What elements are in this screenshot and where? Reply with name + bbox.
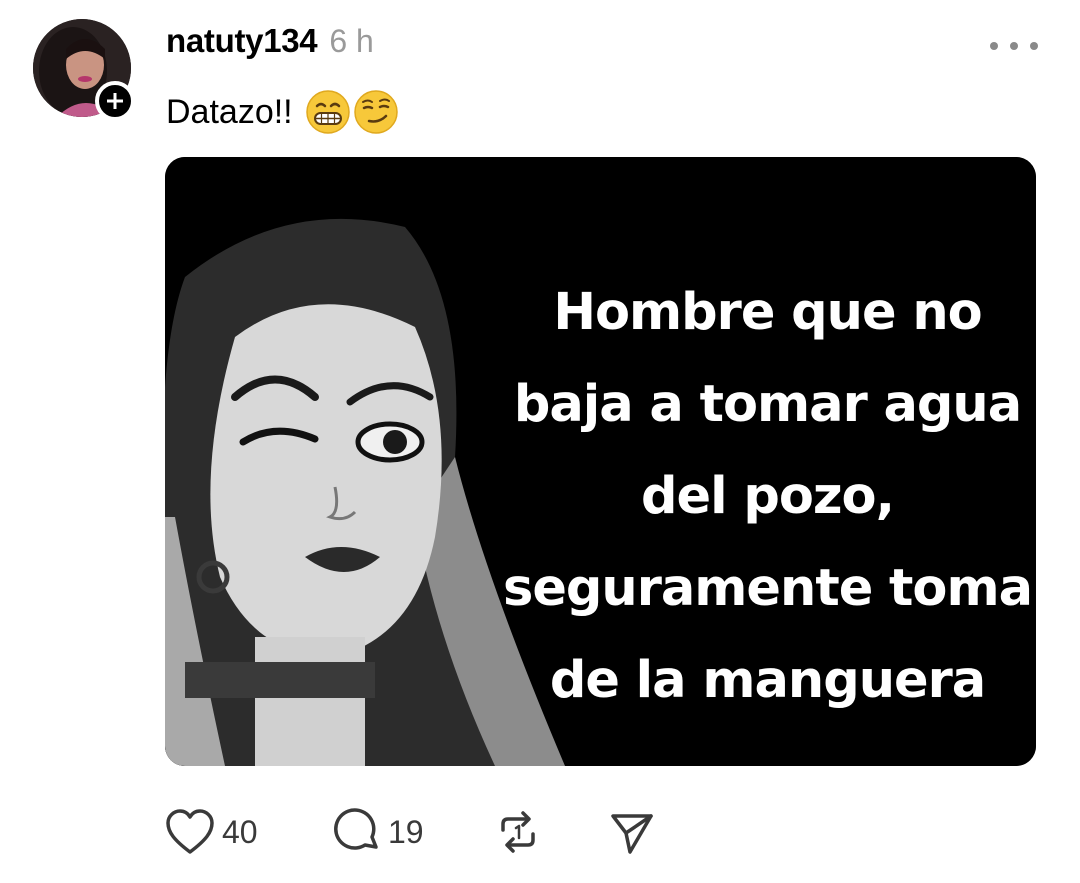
meme-caption-line: Hombre que no xyxy=(553,283,982,342)
meme-caption-line: seguramente toma xyxy=(502,559,1033,618)
username[interactable]: natuty134 xyxy=(166,22,318,60)
meme-caption-line: de la manguera xyxy=(549,651,986,710)
action-bar: 40 19 xyxy=(164,806,656,858)
share-button[interactable] xyxy=(608,808,656,856)
meme-caption-line: del pozo, xyxy=(641,467,895,526)
meme-caption: Hombre que no baja a tomar agua del pozo… xyxy=(495,267,1036,727)
smirking-face-emoji-icon xyxy=(353,90,398,134)
repost-icon xyxy=(494,808,542,856)
plus-icon xyxy=(107,93,123,109)
post-image[interactable]: Hombre que no baja a tomar agua del pozo… xyxy=(165,157,1036,766)
like-count: 40 xyxy=(222,813,258,850)
comment-icon xyxy=(332,807,382,857)
more-dot-icon xyxy=(990,42,998,50)
post-header: natuty134 6 h xyxy=(166,22,374,70)
more-dot-icon xyxy=(1010,42,1018,50)
repost-button[interactable] xyxy=(494,808,608,856)
timestamp: 6 h xyxy=(329,23,374,59)
like-button[interactable]: 40 xyxy=(164,808,332,856)
post-text: Datazo!! xyxy=(166,88,399,136)
follow-button[interactable] xyxy=(95,81,135,121)
share-icon xyxy=(608,808,656,856)
grinning-face-emoji-icon xyxy=(305,90,350,134)
more-dot-icon xyxy=(1030,42,1038,50)
reply-button[interactable]: 19 xyxy=(332,807,494,857)
meme-caption-line: baja a tomar agua xyxy=(513,375,1022,434)
reply-count: 19 xyxy=(388,813,424,850)
post-body: Datazo!! xyxy=(166,92,293,131)
more-options-button[interactable] xyxy=(990,32,1038,60)
avatar-container[interactable] xyxy=(33,19,135,121)
heart-icon xyxy=(164,808,216,856)
